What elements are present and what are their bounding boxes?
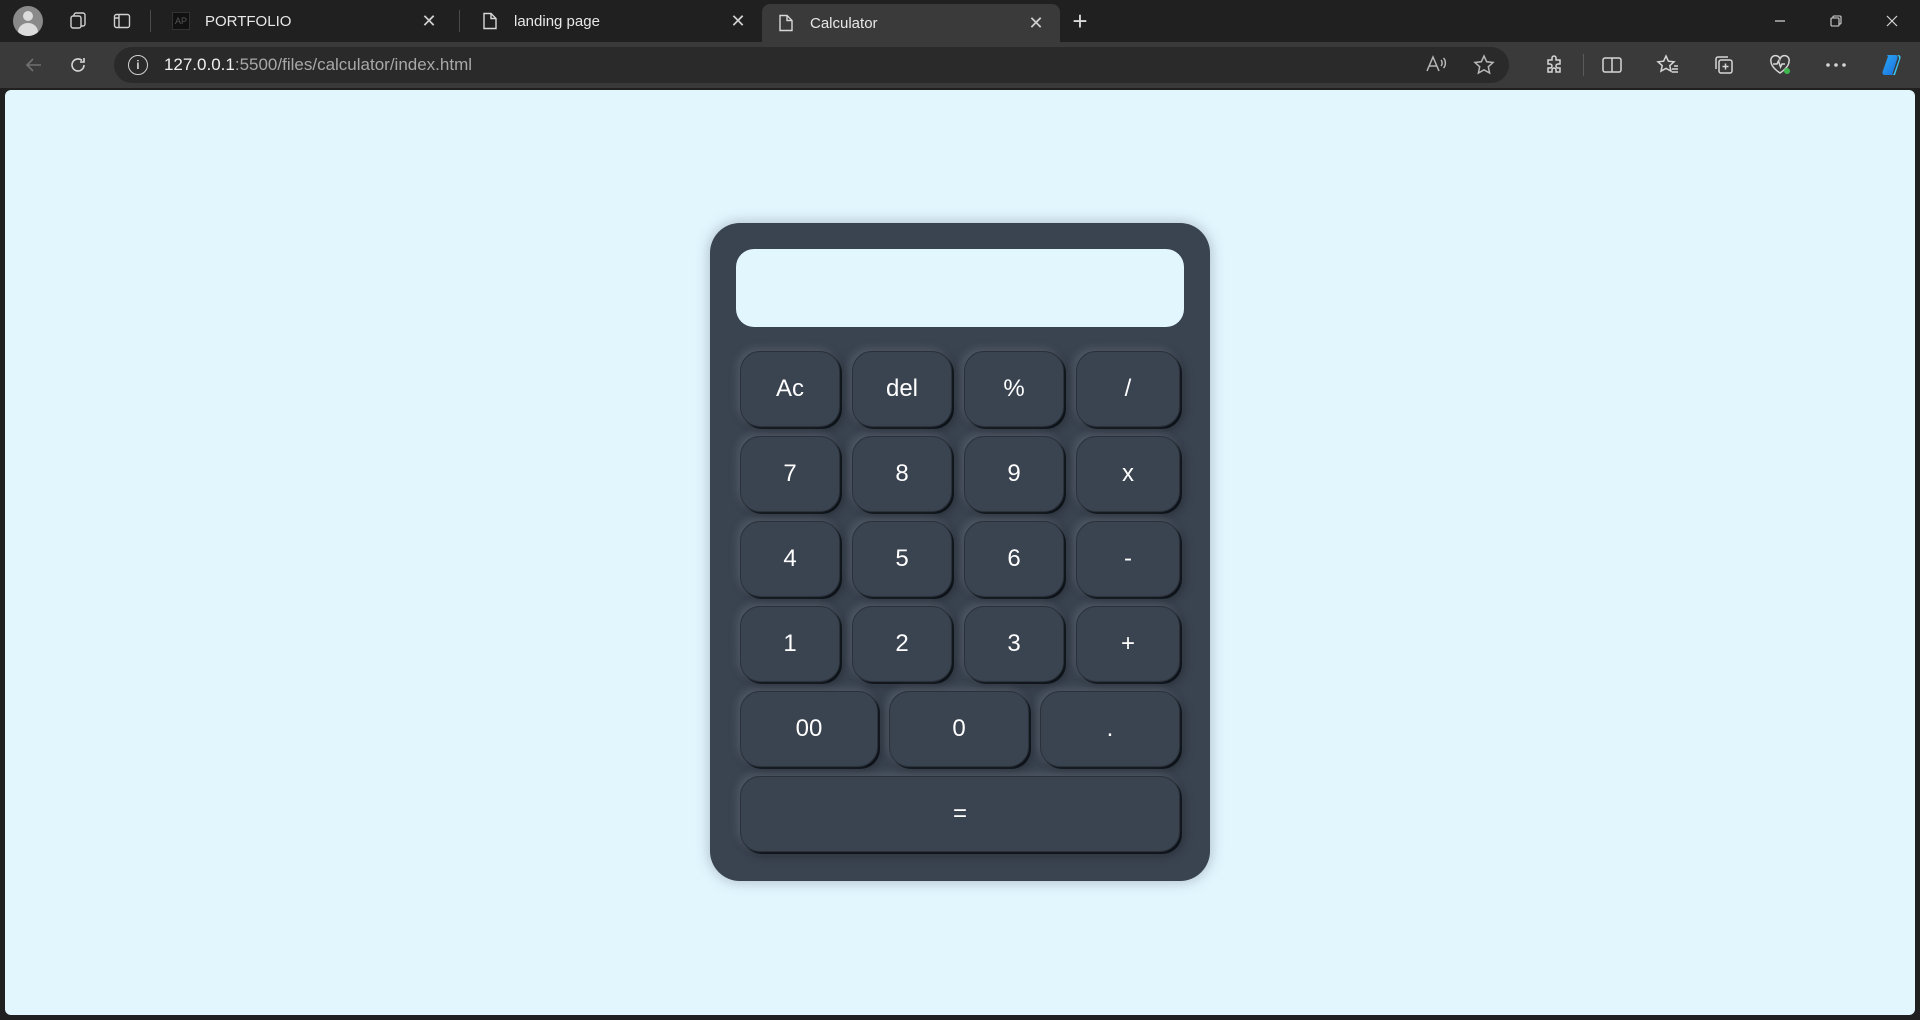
back-arrow-icon bbox=[25, 58, 41, 72]
settings-more-button[interactable] bbox=[1808, 47, 1864, 83]
profile-button[interactable] bbox=[0, 0, 56, 42]
digit-4-button[interactable]: 4 bbox=[740, 521, 840, 597]
vertical-tabs-icon bbox=[113, 13, 131, 29]
page-icon bbox=[779, 14, 793, 32]
delete-button[interactable]: del bbox=[852, 351, 952, 427]
minimize-icon bbox=[1775, 20, 1785, 22]
close-window-button[interactable] bbox=[1864, 0, 1920, 42]
extensions-puzzle-icon bbox=[1547, 55, 1561, 73]
close-icon[interactable]: ✕ bbox=[728, 11, 748, 31]
workspaces-button[interactable] bbox=[56, 0, 100, 42]
plus-icon: + bbox=[1072, 5, 1088, 36]
toolbar-actions bbox=[1527, 47, 1920, 83]
close-icon[interactable]: ✕ bbox=[419, 11, 439, 31]
restore-icon bbox=[1830, 15, 1842, 27]
tab-calculator[interactable]: Calculator ✕ bbox=[762, 4, 1060, 42]
url-host: 127.0.0.1 bbox=[163, 55, 235, 74]
percent-button[interactable]: % bbox=[964, 351, 1064, 427]
calculator-display[interactable] bbox=[736, 249, 1184, 327]
read-aloud-icon[interactable] bbox=[1425, 54, 1447, 74]
address-bar[interactable]: i 127.0.0.1:5500/files/calculator/index.… bbox=[113, 47, 1509, 83]
clear-button[interactable]: Ac bbox=[740, 351, 840, 427]
digit-8-button[interactable]: 8 bbox=[852, 436, 952, 512]
add-button[interactable]: + bbox=[1076, 606, 1180, 682]
digit-6-button[interactable]: 6 bbox=[964, 521, 1064, 597]
favorites-button[interactable] bbox=[1640, 47, 1696, 83]
close-icon[interactable]: ✕ bbox=[1026, 13, 1046, 33]
double-zero-button[interactable]: 00 bbox=[740, 691, 878, 767]
extensions-button[interactable] bbox=[1527, 47, 1583, 83]
copilot-icon bbox=[1882, 55, 1901, 75]
decimal-button[interactable]: . bbox=[1040, 691, 1180, 767]
refresh-button[interactable] bbox=[56, 47, 100, 83]
site-info-icon[interactable]: i bbox=[127, 55, 148, 75]
more-dots-icon bbox=[1826, 63, 1846, 67]
digit-7-button[interactable]: 7 bbox=[740, 436, 840, 512]
split-screen-icon bbox=[1602, 57, 1622, 73]
subtract-button[interactable]: - bbox=[1076, 521, 1180, 597]
favorites-icon bbox=[1656, 54, 1678, 73]
avatar-icon bbox=[13, 6, 43, 36]
divide-button[interactable]: / bbox=[1076, 351, 1180, 427]
back-button[interactable] bbox=[12, 47, 56, 83]
new-tab-button[interactable]: + bbox=[1060, 0, 1100, 42]
digit-9-button[interactable]: 9 bbox=[964, 436, 1064, 512]
digit-0-button[interactable]: 0 bbox=[889, 691, 1029, 767]
split-screen-button[interactable] bbox=[1584, 47, 1640, 83]
page-icon bbox=[483, 12, 497, 30]
collections-button[interactable] bbox=[1696, 47, 1752, 83]
collections-icon bbox=[1715, 56, 1733, 74]
heart-pulse-icon bbox=[1770, 54, 1790, 74]
tab-title: landing page bbox=[514, 12, 600, 30]
browser-essentials-button[interactable] bbox=[1752, 47, 1808, 83]
tab-actions-button[interactable] bbox=[100, 0, 144, 42]
favorite-star-icon[interactable] bbox=[1473, 54, 1495, 76]
minimize-button[interactable] bbox=[1752, 0, 1808, 42]
ap-logo-icon: AP bbox=[172, 12, 190, 30]
page-viewport: Ac del % / 7 8 9 x 4 5 6 - 1 2 3 + 00 0 … bbox=[5, 90, 1915, 1015]
digit-1-button[interactable]: 1 bbox=[740, 606, 840, 682]
digit-3-button[interactable]: 3 bbox=[964, 606, 1064, 682]
tab-separator bbox=[150, 10, 151, 32]
digit-2-button[interactable]: 2 bbox=[852, 606, 952, 682]
workspaces-icon bbox=[70, 12, 86, 29]
window-controls bbox=[1752, 0, 1920, 42]
digit-5-button[interactable]: 5 bbox=[852, 521, 952, 597]
tab-landing-page[interactable]: landing page ✕ bbox=[466, 0, 762, 42]
close-icon bbox=[1886, 15, 1898, 27]
restore-button[interactable] bbox=[1808, 0, 1864, 42]
tab-portfolio[interactable]: AP PORTFOLIO ✕ bbox=[157, 0, 453, 42]
multiply-button[interactable]: x bbox=[1076, 436, 1180, 512]
refresh-icon bbox=[71, 58, 85, 72]
url-path: :5500/files/calculator/index.html bbox=[234, 55, 473, 74]
equals-button[interactable]: = bbox=[740, 776, 1180, 852]
tab-separator bbox=[459, 10, 460, 32]
browser-toolbar: i 127.0.0.1:5500/files/calculator/index.… bbox=[0, 42, 1920, 88]
browser-titlebar: AP PORTFOLIO ✕ landing page ✕ Calculator… bbox=[0, 0, 1920, 42]
copilot-button[interactable] bbox=[1864, 47, 1920, 83]
tab-title: Calculator bbox=[810, 14, 878, 32]
tab-title: PORTFOLIO bbox=[205, 12, 292, 30]
calculator-body: Ac del % / 7 8 9 x 4 5 6 - 1 2 3 + 00 0 … bbox=[710, 223, 1210, 881]
